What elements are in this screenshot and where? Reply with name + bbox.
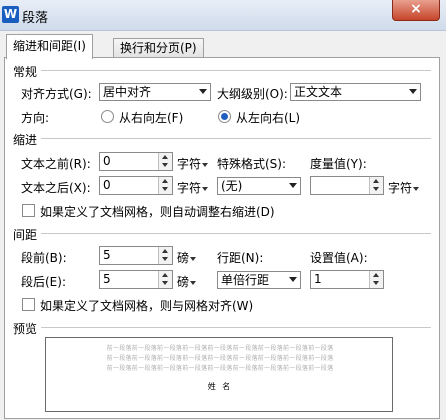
indent-after-value: 0 <box>103 178 111 192</box>
spin-down-icon[interactable] <box>162 257 168 261</box>
caret-down-icon <box>190 256 197 261</box>
snap-grid-checkbox[interactable] <box>22 298 35 311</box>
alignment-value: 居中对齐 <box>103 85 152 99</box>
tab-line-page-breaks[interactable]: 换行和分页(P) <box>113 38 204 58</box>
section-spacing-heading: 间距 <box>13 228 38 242</box>
tab-indent-spacing[interactable]: 缩进和间距(I) <box>6 34 93 59</box>
snap-grid-label[interactable]: 如果定义了文档网格，则与网格对齐(W) <box>40 297 253 314</box>
divider <box>41 70 431 71</box>
chevron-down-icon <box>289 277 297 282</box>
measure-label: 度量值(Y): <box>310 157 367 171</box>
outline-level-select[interactable]: 正文文本 <box>290 83 421 101</box>
direction-label: 方向: <box>21 111 50 125</box>
spacing-after-spinner[interactable]: 5 <box>99 270 173 289</box>
tab-panel: 常规 对齐方式(G): 居中对齐 大纲级别(O): 正文文本 方向: 从右向左(… <box>4 57 440 419</box>
divider <box>41 138 431 139</box>
spacing-after-label: 段后(E): <box>21 275 66 289</box>
divider <box>41 233 431 234</box>
measure-spinner[interactable] <box>310 176 384 195</box>
preview-box: 前一段落前一段落前一段落前一段落前一段落前一段落前一段落前一段落前一段落 前一段… <box>45 337 393 412</box>
special-format-label: 特殊格式(S): <box>217 157 287 171</box>
outline-level-label: 大纲级别(O): <box>217 87 288 101</box>
preview-sample-line: 前一段落前一段落前一段落前一段落前一段落前一段落前一段落前一段落前一段落 <box>106 365 334 372</box>
spin-up-icon[interactable] <box>373 273 379 277</box>
special-format-select[interactable]: (无) <box>217 177 301 195</box>
ltr-radio[interactable] <box>218 110 231 123</box>
spin-down-icon[interactable] <box>162 187 168 191</box>
setting-value: 1 <box>314 272 322 286</box>
spin-up-icon[interactable] <box>162 249 168 253</box>
ltr-label[interactable]: 从左向右(L) <box>236 109 300 126</box>
caret-down-icon <box>413 186 420 191</box>
spin-up-icon[interactable] <box>162 273 168 277</box>
spin-down-icon[interactable] <box>373 187 379 191</box>
alignment-label: 对齐方式(G): <box>21 87 92 101</box>
spacing-before-value: 5 <box>103 248 111 262</box>
preview-text: 姓 名 <box>207 382 233 391</box>
spin-down-icon[interactable] <box>162 163 168 167</box>
preview-sample-line: 前一段落前一段落前一段落前一段落前一段落前一段落前一段落前一段落前一段落 <box>106 355 334 362</box>
caret-down-icon <box>202 186 209 191</box>
spacing-before-label: 段前(B): <box>21 251 67 265</box>
spin-up-icon[interactable] <box>162 179 168 183</box>
paragraph-dialog: W 段落 × 缩进和间距(I) 换行和分页(P) 常规 对齐方式(G): 居中对… <box>0 0 446 420</box>
spin-up-icon[interactable] <box>373 179 379 183</box>
wps-writer-icon: W <box>2 6 19 23</box>
title-bar: W 段落 × <box>0 0 446 31</box>
auto-adjust-label[interactable]: 如果定义了文档网格，则自动调整右缩进(D) <box>40 203 275 220</box>
dialog-title: 段落 <box>22 11 49 26</box>
section-indent-heading: 缩进 <box>13 133 38 147</box>
auto-adjust-checkbox[interactable] <box>22 204 35 217</box>
close-button[interactable]: × <box>392 0 440 21</box>
spacing-after-unit[interactable]: 磅 <box>177 273 197 290</box>
rtl-radio[interactable] <box>101 110 114 123</box>
indent-before-unit[interactable]: 字符 <box>177 155 209 172</box>
line-spacing-value: 单倍行距 <box>221 273 270 287</box>
indent-after-label: 文本之后(X): <box>21 181 91 195</box>
special-format-value: (无) <box>221 179 243 193</box>
divider <box>41 327 431 328</box>
spacing-before-spinner[interactable]: 5 <box>99 246 173 265</box>
indent-after-spinner[interactable]: 0 <box>99 176 173 195</box>
indent-before-spinner[interactable]: 0 <box>99 152 173 171</box>
spin-up-icon[interactable] <box>162 155 168 159</box>
outline-level-value: 正文文本 <box>294 85 343 99</box>
line-spacing-label: 行距(N): <box>217 251 264 265</box>
indent-before-label: 文本之前(R): <box>21 157 91 171</box>
rtl-label[interactable]: 从右向左(F) <box>119 109 183 126</box>
spin-down-icon[interactable] <box>162 281 168 285</box>
tab-strip: 缩进和间距(I) 换行和分页(P) <box>4 34 442 59</box>
spacing-before-unit[interactable]: 磅 <box>177 249 197 266</box>
indent-before-value: 0 <box>103 154 111 168</box>
preview-sample-line: 前一段落前一段落前一段落前一段落前一段落前一段落前一段落前一段落前一段落 <box>106 345 334 352</box>
spacing-after-value: 5 <box>103 272 111 286</box>
chevron-down-icon <box>409 89 417 94</box>
indent-after-unit[interactable]: 字符 <box>177 179 209 196</box>
measure-unit[interactable]: 字符 <box>388 179 420 196</box>
setting-value-label: 设置值(A): <box>310 251 368 265</box>
line-spacing-select[interactable]: 单倍行距 <box>217 271 301 289</box>
section-general-heading: 常规 <box>13 65 38 79</box>
section-preview-heading: 预览 <box>13 322 38 336</box>
caret-down-icon <box>202 162 209 167</box>
spin-down-icon[interactable] <box>373 281 379 285</box>
chevron-down-icon <box>289 183 297 188</box>
setting-value-spinner[interactable]: 1 <box>310 270 384 289</box>
caret-down-icon <box>190 280 197 285</box>
chevron-down-icon <box>199 89 207 94</box>
alignment-select[interactable]: 居中对齐 <box>99 83 211 101</box>
